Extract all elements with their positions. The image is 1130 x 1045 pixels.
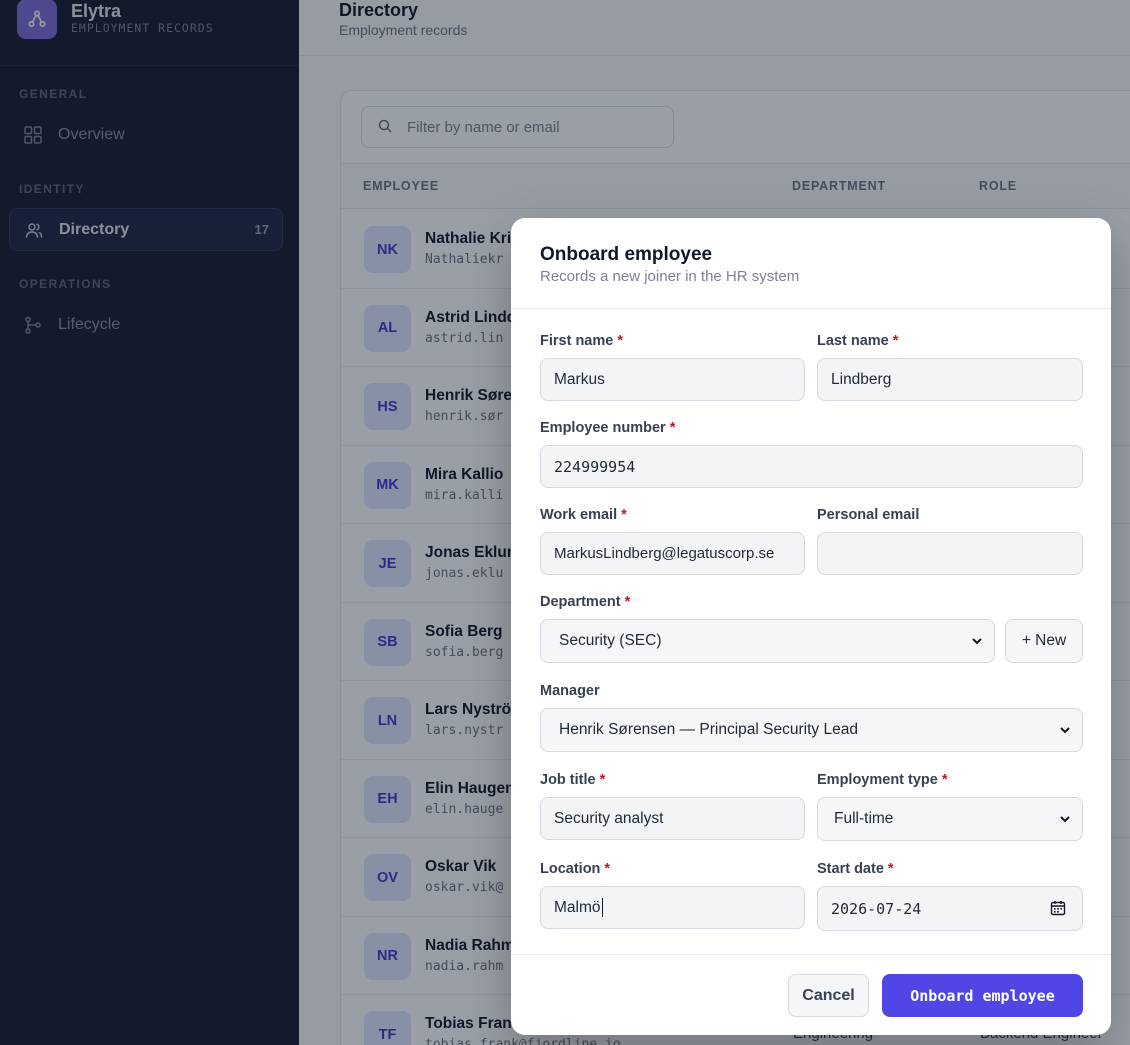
job-title-field[interactable]: Security analyst <box>540 797 805 840</box>
department-select-value: Security (SEC) <box>559 632 662 649</box>
start-date-label: Start date * <box>817 861 894 877</box>
department-label: Department * <box>540 594 631 610</box>
manager-select-value: Henrik Sørensen — Principal Security Lea… <box>559 721 858 738</box>
modal-subtitle: Records a new joiner in the HR system <box>540 268 800 285</box>
employee-number-field[interactable]: 224999954 <box>540 445 1083 488</box>
cancel-button[interactable]: Cancel <box>788 974 869 1017</box>
manager-label: Manager <box>540 683 600 699</box>
modal-header: Onboard employee Records a new joiner in… <box>511 218 1111 309</box>
first-name-label: First name * <box>540 333 623 349</box>
chevron-down-icon <box>1058 812 1072 826</box>
text-cursor <box>601 898 603 917</box>
onboard-employee-button[interactable]: Onboard employee <box>882 974 1083 1017</box>
first-name-field[interactable]: Markus <box>540 358 805 401</box>
start-date-field[interactable]: 2026-07-24 <box>817 886 1083 931</box>
last-name-field[interactable]: Lindberg <box>817 358 1083 401</box>
job-title-label: Job title * <box>540 772 606 788</box>
manager-select[interactable]: Henrik Sørensen — Principal Security Lea… <box>540 708 1083 752</box>
personal-email-label: Personal email <box>817 507 920 523</box>
start-date-field-value: 2026-07-24 <box>831 899 922 918</box>
work-email-field[interactable]: MarkusLindberg@legatuscorp.se <box>540 532 805 575</box>
location-label: Location * <box>540 861 611 877</box>
modal-footer: Cancel Onboard employee <box>511 954 1111 1035</box>
employment-type-select[interactable]: Full-time <box>817 797 1083 841</box>
personal-email-field[interactable] <box>817 532 1083 575</box>
employment-type-label: Employment type * <box>817 772 948 788</box>
location-field-value: Malmö <box>554 898 601 916</box>
new-department-button[interactable]: + New <box>1005 619 1083 663</box>
chevron-down-icon <box>970 634 984 648</box>
last-name-label: Last name * <box>817 333 899 349</box>
department-select[interactable]: Security (SEC) <box>540 619 995 663</box>
work-email-label: Work email * <box>540 507 627 523</box>
employee-number-label: Employee number * <box>540 420 676 436</box>
calendar-icon[interactable] <box>1050 900 1066 916</box>
location-field[interactable]: Malmö <box>540 886 805 929</box>
onboard-employee-dialog: Onboard employee Records a new joiner in… <box>511 218 1111 1035</box>
employment-type-select-value: Full-time <box>834 810 894 827</box>
modal-title: Onboard employee <box>540 244 713 265</box>
chevron-down-icon <box>1058 723 1072 737</box>
